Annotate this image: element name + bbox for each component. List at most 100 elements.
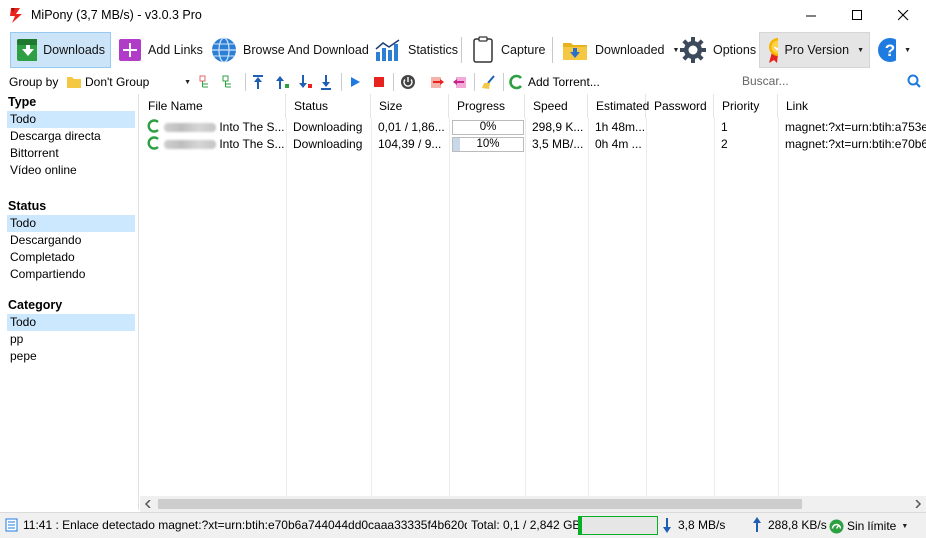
sidebar-item-category-pp[interactable]: pp <box>7 331 135 348</box>
add-links-button[interactable]: Add Links <box>113 32 208 68</box>
pro-version-button[interactable]: Pro Version ▼ <box>759 32 870 68</box>
minimize-button[interactable] <box>788 0 834 31</box>
downloads-label: Downloads <box>43 43 105 57</box>
sidebar-item-bittorrent[interactable]: Bittorrent <box>7 145 135 162</box>
import-icon <box>453 77 466 88</box>
search-input[interactable] <box>740 71 900 91</box>
status-bar: 11:41 : Enlace detectado magnet:?xt=urn:… <box>0 512 926 538</box>
stop-button[interactable] <box>372 73 386 91</box>
group-by-dropdown[interactable]: Don't Group ▼ <box>66 73 194 91</box>
toolbar-separator <box>393 73 394 91</box>
horizontal-scrollbar[interactable] <box>140 496 926 512</box>
total-progress-fill <box>579 517 583 534</box>
sidebar-item-status-todo[interactable]: Todo <box>7 215 135 232</box>
statistics-icon <box>375 39 400 61</box>
link-cell: magnet:?xt=urn:btih:a753ea1 <box>785 120 926 134</box>
speed-limit-selector[interactable]: Sin límite ▼ <box>829 516 908 536</box>
torrent-icon <box>509 74 522 90</box>
sidebar-item-category-todo[interactable]: Todo <box>7 314 135 331</box>
shutdown-button[interactable] <box>400 73 416 91</box>
folder-download-icon <box>563 43 587 60</box>
total-progress-bar <box>578 516 658 535</box>
total-size-text: Total: 0,1 / 2,842 GB <box>471 518 581 532</box>
statistics-label: Statistics <box>408 43 459 57</box>
status-cell: Downloading <box>293 137 363 151</box>
browse-and-download-button[interactable]: Browse And Download <box>206 32 374 68</box>
title-bar: MiPony (3,7 MB/s) - v3.0.3 Pro <box>0 0 926 31</box>
move-bottom-icon <box>321 75 331 90</box>
move-up-button[interactable] <box>274 73 290 91</box>
download-speed: 3,8 MB/s <box>678 518 726 532</box>
sidebar-item-video-online[interactable]: Vídeo online <box>7 162 135 179</box>
globe-icon <box>212 37 236 63</box>
sidebar-item-completado[interactable]: Completado <box>7 249 135 266</box>
progress-text: 0% <box>479 121 497 133</box>
export-icon <box>431 77 444 88</box>
toolbar-separator <box>245 73 246 91</box>
toolbar-separator <box>503 73 504 91</box>
tree-collapse-icon <box>222 75 231 88</box>
category-header: Category <box>8 298 63 312</box>
column-header-progress[interactable]: Progress <box>449 94 525 118</box>
downloaded-button[interactable]: Downloaded ▼ <box>556 32 684 68</box>
progress-bar: 0% <box>452 120 524 135</box>
column-header-link[interactable]: Link <box>778 94 926 118</box>
chevron-down-icon: ▼ <box>904 46 911 54</box>
log-icon <box>5 518 18 532</box>
start-button[interactable] <box>348 73 362 91</box>
main-toolbar: Downloads Add Links Browse And Download … <box>0 31 926 69</box>
downloads-button[interactable]: Downloads <box>10 32 111 68</box>
close-icon <box>897 10 908 21</box>
import-button[interactable] <box>452 73 468 91</box>
move-down-button[interactable] <box>297 73 313 91</box>
column-header-speed[interactable]: Speed <box>525 94 588 118</box>
export-button[interactable] <box>429 73 445 91</box>
blurred-name <box>164 123 217 133</box>
power-icon <box>401 75 415 89</box>
priority-cell: 2 <box>721 137 728 151</box>
scrollbar-thumb[interactable] <box>158 499 802 509</box>
sidebar-item-descargando[interactable]: Descargando <box>7 232 135 249</box>
clean-list-button[interactable] <box>481 73 497 91</box>
move-top-button[interactable] <box>251 73 265 91</box>
progress-text: 10% <box>476 138 500 150</box>
broom-icon <box>482 75 495 89</box>
sidebar: Type Todo Descarga directa Bittorrent Ví… <box>0 94 139 510</box>
close-button[interactable] <box>880 0 926 31</box>
password-cell <box>653 119 713 136</box>
status-cell: Downloading <box>293 120 363 134</box>
download-arrow-icon <box>663 518 671 533</box>
add-links-icon <box>119 39 141 61</box>
column-header-file-name[interactable]: File Name <box>140 94 286 118</box>
column-header-password[interactable]: Password <box>646 94 714 118</box>
column-header-status[interactable]: Status <box>286 94 371 118</box>
sidebar-item-category-pepe[interactable]: pepe <box>7 348 135 365</box>
help-button[interactable]: ? ▼ <box>872 32 916 68</box>
sidebar-item-compartiendo[interactable]: Compartiendo <box>7 266 135 283</box>
move-bottom-button[interactable] <box>319 73 333 91</box>
scroll-right-icon[interactable] <box>914 500 922 508</box>
sidebar-item-descarga-directa[interactable]: Descarga directa <box>7 128 135 145</box>
folder-icon <box>67 77 81 88</box>
mipony-logo-icon <box>10 8 22 23</box>
options-label: Options <box>713 43 757 57</box>
options-button[interactable]: Options <box>674 32 761 68</box>
chevron-down-icon: ▼ <box>857 46 864 54</box>
statistics-button[interactable]: Statistics <box>369 32 463 68</box>
column-header-estimated[interactable]: Estimated <box>588 94 649 118</box>
maximize-button[interactable] <box>834 0 880 31</box>
add-torrent-button[interactable]: Add Torrent... <box>509 73 600 91</box>
column-header-priority[interactable]: Priority <box>714 94 778 118</box>
blurred-name <box>164 140 217 150</box>
estimated-cell: 1h 48m... <box>595 120 645 134</box>
scroll-left-icon[interactable] <box>144 500 152 508</box>
sidebar-item-type-todo[interactable]: Todo <box>7 111 135 128</box>
column-header-size[interactable]: Size <box>371 94 449 118</box>
window-title: MiPony (3,7 MB/s) - v3.0.3 Pro <box>31 8 202 22</box>
capture-button[interactable]: Capture <box>466 32 550 68</box>
search-icon[interactable] <box>907 74 921 88</box>
expand-groups-button[interactable] <box>198 73 214 91</box>
file-name-cell: Into The S... <box>147 119 285 136</box>
svg-text:?: ? <box>885 41 895 60</box>
collapse-groups-button[interactable] <box>221 73 237 91</box>
